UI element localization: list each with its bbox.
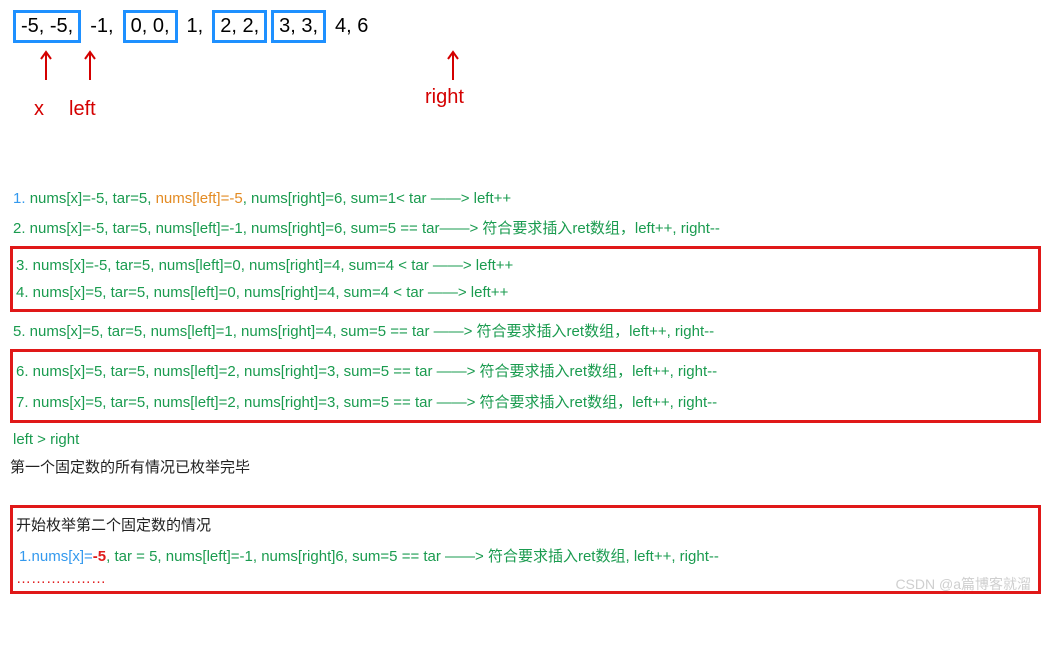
- step-2-1: 1.nums[x]=-5, tar = 5, nums[left]=-1, nu…: [16, 543, 1035, 568]
- arrow-right-icon: [445, 48, 461, 84]
- step-8: left > right: [10, 429, 1041, 450]
- array-visualization: -5, -5, -1, 0, 0, 1, 2, 2, 3, 3, 4, 6: [13, 10, 1041, 43]
- pointer-right-label: right: [425, 86, 464, 109]
- red-box-group-1: 3. nums[x]=-5, tar=5, nums[left]=0, nums…: [10, 246, 1041, 312]
- step-7: 7. nums[x]=5, tar=5, nums[left]=2, nums[…: [13, 389, 1038, 414]
- arrow-x-icon: [38, 48, 54, 84]
- section2-title: 开始枚举第二个固定数的情况: [16, 514, 1035, 535]
- step-6: 6. nums[x]=5, tar=5, nums[left]=2, nums[…: [13, 358, 1038, 383]
- step-5: 5. nums[x]=5, tar=5, nums[left]=1, nums[…: [10, 318, 1041, 343]
- watermark: CSDN @a篇博客就溜: [895, 574, 1031, 594]
- summary-1: 第一个固定数的所有情况已枚举完毕: [10, 456, 1041, 477]
- step-2: 2. nums[x]=-5, tar=5, nums[left]=-1, num…: [10, 215, 1041, 240]
- array-item-5: 3, 3,: [271, 10, 326, 43]
- arrow-left-icon: [82, 48, 98, 84]
- array-item-1: -1,: [85, 13, 118, 40]
- array-item-2: 0, 0,: [123, 10, 178, 43]
- array-item-4: 2, 2,: [212, 10, 267, 43]
- step-3: 3. nums[x]=-5, tar=5, nums[left]=0, nums…: [13, 255, 1038, 276]
- algorithm-steps: 1. nums[x]=-5, tar=5, nums[left]=-5, num…: [10, 188, 1041, 594]
- dots: ………………: [16, 570, 1035, 587]
- array-item-0: -5, -5,: [13, 10, 81, 43]
- array-item-6: 4, 6: [330, 13, 373, 40]
- pointer-left-label: left: [69, 98, 96, 121]
- red-box-group-2: 6. nums[x]=5, tar=5, nums[left]=2, nums[…: [10, 349, 1041, 423]
- array-item-3: 1,: [182, 13, 209, 40]
- step-1: 1. nums[x]=-5, tar=5, nums[left]=-5, num…: [10, 188, 1041, 209]
- step-4: 4. nums[x]=5, tar=5, nums[left]=0, nums[…: [13, 282, 1038, 303]
- pointer-x-label: x: [34, 98, 44, 121]
- arrows-row: [10, 48, 1041, 98]
- red-box-group-3: 开始枚举第二个固定数的情况 1.nums[x]=-5, tar = 5, num…: [10, 505, 1041, 594]
- pointer-labels: x left right: [10, 98, 1041, 138]
